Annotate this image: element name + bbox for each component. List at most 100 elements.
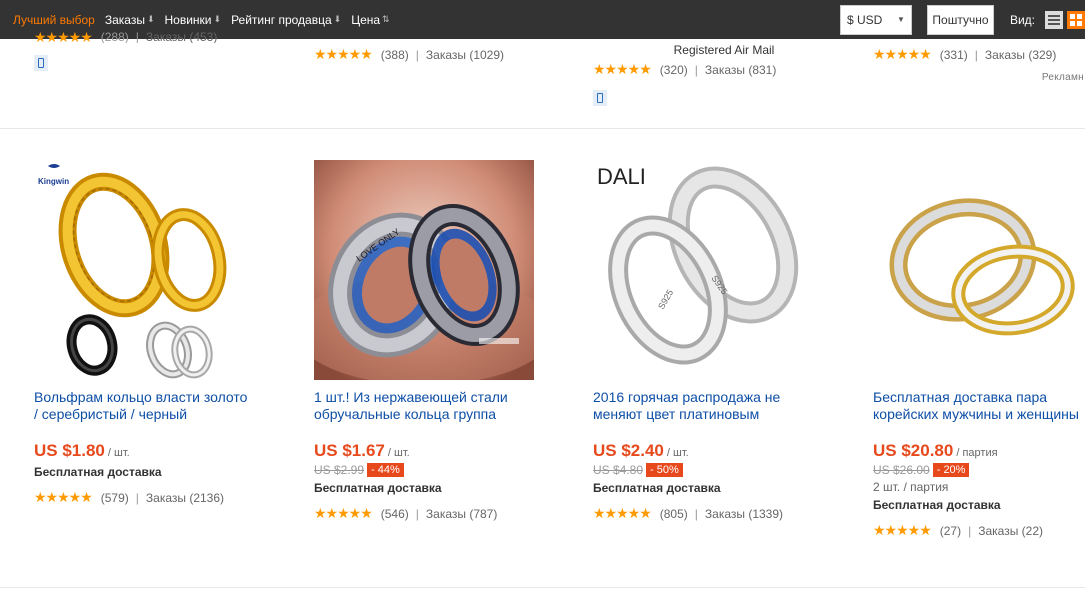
feedback-count: (579) [100, 490, 129, 505]
price-unit: / шт. [387, 447, 410, 459]
currency-select[interactable]: $ USD ▼ [839, 4, 912, 35]
sort-best-match[interactable]: Лучший выбор [13, 13, 95, 27]
product-title-link[interactable]: Бесплатная доставка пара корейских мужчи… [873, 389, 1085, 423]
product-title-link[interactable]: Вольфрам кольцо власти золото / серебрис… [34, 389, 254, 423]
arrow-down-icon: ⬇ [146, 14, 155, 24]
product-card-partial: ★★★★★ (331) | Заказы (329) [873, 46, 1085, 63]
product-card-partial: ★★★★★ (388) | Заказы (1029) [314, 46, 564, 63]
star-rating-icon: ★★★★★ [314, 46, 373, 62]
star-rating-icon: ★★★★★ [873, 46, 932, 62]
price-line: US $20.80 / партия [873, 441, 1085, 461]
discount-badge: - 50% [646, 463, 683, 477]
product-card: Kingwin Вольфрам кольцо власти золото / … [34, 160, 284, 506]
rating-line: ★★★★★ (805) | Заказы (1339) [593, 505, 784, 521]
rating-line: ★★★★★ (27) | Заказы (22) [873, 522, 1044, 538]
orders-link[interactable]: Заказы (831) [705, 63, 776, 77]
rating-line: ★★★★★ (546) | Заказы (787) [314, 505, 498, 521]
star-rating-icon: ★★★★★ [873, 522, 932, 538]
product-image[interactable]: LOVE ONLY [314, 160, 534, 380]
per-piece-button[interactable]: Поштучно [926, 4, 994, 35]
product-title-link[interactable]: 2016 горячая распродажа не меняют цвет п… [593, 389, 813, 423]
caret-down-icon: ▼ [897, 15, 905, 24]
sort-price[interactable]: Цена ⇅ [351, 13, 389, 27]
discount-badge: - 44% [367, 463, 404, 477]
orders-link[interactable]: Заказы (1339) [705, 507, 783, 521]
price-unit: / шт. [666, 447, 689, 459]
orders-link[interactable]: Заказы (22) [978, 524, 1043, 538]
orders-link[interactable]: Заказы (1029) [426, 48, 504, 62]
product-card: DALI S925 S925 2016 горячая распродажа н… [593, 160, 843, 522]
sort-label: Лучший выбор [13, 12, 95, 27]
old-price: US $26.00 [873, 463, 930, 477]
ad-label: Рекламн [1041, 72, 1084, 83]
product-title-link[interactable]: 1 шт.! Из нержавеющей стали обручальные … [314, 389, 534, 423]
old-price-line: US $4.80 - 50% [593, 463, 843, 477]
product-row: Kingwin Вольфрам кольцо власти золото / … [0, 130, 1085, 588]
product-card-partial: Registered Air Mail ★★★★★ (320) | Заказы… [593, 43, 843, 106]
free-shipping-label: Бесплатная доставка [34, 465, 162, 479]
sort-label: Заказы [104, 12, 145, 27]
rating-line: ★★★★★ (331) | Заказы (329) [873, 46, 1057, 62]
star-rating-icon: ★★★★★ [34, 489, 93, 505]
rating-line: ★★★★★ (579) | Заказы (2136) [34, 489, 225, 505]
shipping-method: Registered Air Mail [673, 43, 775, 57]
mobile-icon [34, 55, 48, 71]
sort-label: Новинки [164, 12, 212, 27]
sort-orders[interactable]: Заказы ⬇ [105, 13, 155, 27]
brand-logo: Kingwin [38, 177, 69, 186]
price-line: US $1.80 / шт. [34, 441, 284, 461]
free-shipping-label: Бесплатная доставка [873, 498, 1001, 512]
product-card: Бесплатная доставка пара корейских мужчи… [873, 160, 1085, 539]
discount-badge: - 20% [932, 463, 970, 477]
rating-line: ★★★★★ (388) | Заказы (1029) [314, 46, 505, 62]
rating-line: ★★★★★ (288) | Заказы (453) [34, 31, 284, 43]
sort-updown-icon: ⇅ [382, 14, 390, 24]
sort-seller-rating[interactable]: Рейтинг продавца ⬇ [231, 13, 341, 27]
orders-link[interactable]: Заказы (2136) [146, 491, 224, 505]
grid-view-button[interactable] [1067, 10, 1085, 29]
list-view-icon [1048, 14, 1060, 25]
sort-newest[interactable]: Новинки ⬇ [165, 13, 222, 27]
orders-link[interactable]: Заказы (329) [985, 48, 1056, 62]
lot-size: 2 шт. / партия [873, 480, 949, 494]
blue-steel-rings-image: LOVE ONLY [314, 160, 534, 380]
price-unit: / партия [956, 447, 998, 459]
star-rating-icon: ★★★★★ [593, 505, 652, 521]
arrow-down-icon: ⬇ [333, 14, 342, 24]
product-card: LOVE ONLY 1 шт.! Из нержавеющей стали об… [314, 160, 564, 522]
free-shipping-label: Бесплатная доставка [593, 481, 721, 495]
feedback-count: (27) [939, 523, 962, 538]
sort-label: Рейтинг продавца [231, 12, 332, 27]
free-shipping-label: Бесплатная доставка [314, 481, 442, 495]
view-label: Вид: [1009, 12, 1035, 27]
brand-logo: DALI [597, 164, 646, 189]
sort-label: Цена [351, 12, 381, 27]
star-rating-icon: ★★★★★ [34, 31, 93, 43]
star-rating-icon: ★★★★★ [314, 505, 373, 521]
price: US $2.40 [593, 441, 664, 460]
product-card-partial: ★★★★★ (288) | Заказы (453) [34, 31, 284, 71]
product-image[interactable]: Kingwin [34, 160, 254, 380]
silver-s925-rings-image: DALI S925 S925 [593, 160, 813, 380]
price: US $20.80 [873, 441, 954, 460]
product-image[interactable] [873, 160, 1085, 380]
star-rating-icon: ★★★★★ [593, 61, 652, 77]
orders-link[interactable]: Заказы (787) [426, 507, 497, 521]
feedback-count: (546) [380, 506, 409, 521]
price-line: US $2.40 / шт. [593, 441, 843, 461]
list-view-button[interactable] [1045, 10, 1063, 29]
gold-silver-couple-rings-image [873, 160, 1085, 380]
old-price-line: US $26.00 - 20% [873, 463, 1085, 477]
price: US $1.80 [34, 441, 105, 460]
grid-view-icon [1070, 13, 1082, 26]
old-price-line: US $2.99 - 44% [314, 463, 564, 477]
old-price: US $4.80 [593, 463, 644, 477]
feedback-count: (805) [659, 506, 688, 521]
gold-tungsten-rings-image: Kingwin [34, 160, 254, 380]
mobile-icon [593, 90, 607, 106]
price-line: US $1.67 / шт. [314, 441, 564, 461]
rating-line: ★★★★★ (320) | Заказы (831) [593, 61, 777, 77]
product-image[interactable]: DALI S925 S925 [593, 160, 813, 380]
price-unit: / шт. [107, 447, 130, 459]
old-price: US $2.99 [314, 463, 365, 477]
